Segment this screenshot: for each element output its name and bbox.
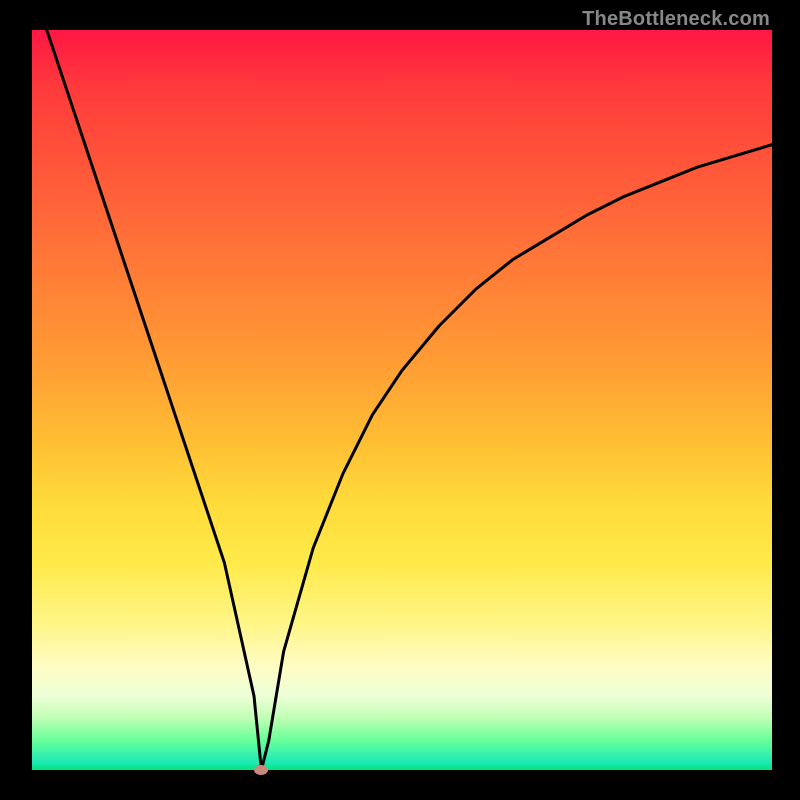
chart-stage: TheBottleneck.com bbox=[0, 0, 800, 800]
curve-vertex-marker bbox=[254, 765, 268, 775]
bottleneck-curve bbox=[32, 30, 772, 770]
watermark-text: TheBottleneck.com bbox=[582, 8, 770, 31]
plot-area bbox=[32, 30, 772, 770]
